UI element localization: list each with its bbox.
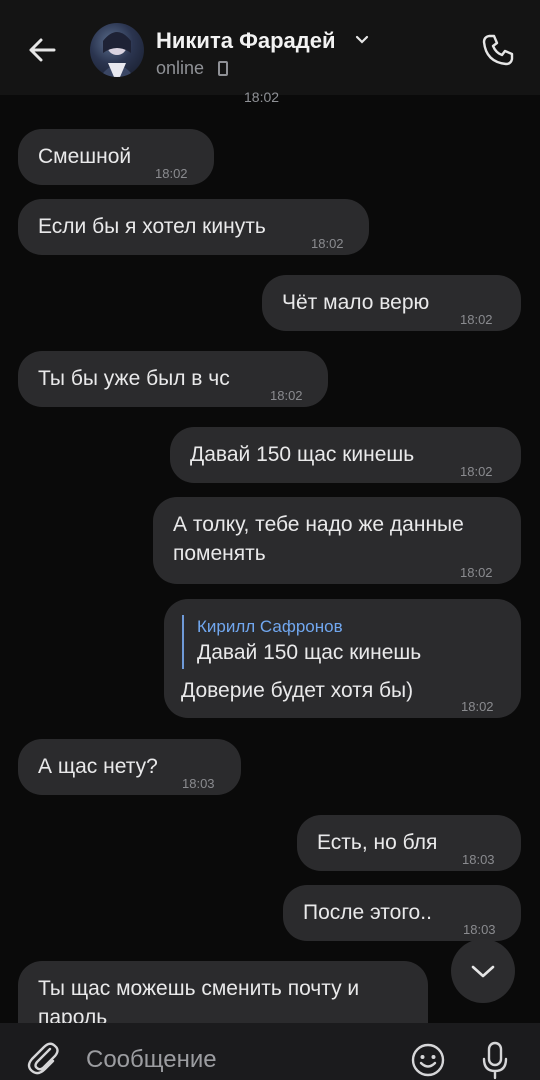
avatar[interactable] xyxy=(90,23,144,77)
message-text: Чёт мало верю xyxy=(282,291,430,314)
microphone-icon[interactable] xyxy=(480,1040,510,1080)
message-text: Давай 150 щас кинешь xyxy=(190,443,415,466)
incoming-message[interactable]: А щас нету? 18:03 xyxy=(18,739,241,795)
chat-header: Никита Фарадей online xyxy=(0,0,540,95)
outgoing-message[interactable]: А толку, тебе надо же данные поменять 18… xyxy=(153,497,521,584)
mobile-device-icon xyxy=(218,61,228,76)
message-text: Доверие будет хотя бы) xyxy=(181,679,414,702)
outgoing-message[interactable]: Есть, но бля 18:03 xyxy=(297,815,521,871)
contact-name[interactable]: Никита Фарадей xyxy=(156,28,335,54)
incoming-message[interactable]: Если бы я хотел кинуть 18:02 xyxy=(18,199,369,255)
incoming-message[interactable]: Смешной 18:02 xyxy=(18,129,214,185)
message-time: 18:02 xyxy=(460,565,493,580)
message-text-line: поменять xyxy=(173,542,266,565)
message-time: 18:02 xyxy=(460,464,493,479)
phone-icon[interactable] xyxy=(480,32,516,68)
message-input[interactable]: Сообщение xyxy=(86,1046,217,1074)
outgoing-message[interactable]: Давай 150 щас кинешь 18:02 xyxy=(170,427,521,483)
reply-quoted-text[interactable]: Давай 150 щас кинешь xyxy=(197,639,421,667)
message-time: 18:03 xyxy=(182,776,215,791)
message-composer xyxy=(0,1023,540,1080)
message-text: Ты бы уже был в чс xyxy=(38,367,230,390)
paperclip-icon[interactable] xyxy=(26,1040,60,1076)
outgoing-message[interactable]: После этого.. 18:03 xyxy=(283,885,521,941)
arrow-left-icon[interactable] xyxy=(22,30,62,70)
message-time: 18:03 xyxy=(462,852,495,867)
message-text: Есть, но бля xyxy=(317,831,438,854)
smile-icon[interactable] xyxy=(410,1042,446,1078)
online-status: online xyxy=(156,58,205,78)
incoming-message[interactable]: Ты бы уже был в чс 18:02 xyxy=(18,351,328,407)
message-text: Если бы я хотел кинуть xyxy=(38,215,266,238)
reply-accent-bar xyxy=(182,615,184,669)
message-time: 18:02 xyxy=(244,89,280,105)
message-time: 18:02 xyxy=(311,236,344,251)
message-time: 18:02 xyxy=(155,166,188,181)
reply-author[interactable]: Кирилл Сафронов xyxy=(197,613,343,641)
outgoing-reply-message[interactable]: Кирилл Сафронов Давай 150 щас кинешь Дов… xyxy=(164,599,521,718)
chevron-down-icon[interactable] xyxy=(354,34,370,46)
message-text-line: А толку, тебе надо же данные xyxy=(173,513,464,536)
message-text: А щас нету? xyxy=(38,755,158,778)
message-time: 18:02 xyxy=(270,388,303,403)
message-text: Смешной xyxy=(38,145,132,168)
outgoing-message[interactable]: Чёт мало верю 18:02 xyxy=(262,275,521,331)
message-time: 18:02 xyxy=(460,312,493,327)
message-text: После этого.. xyxy=(303,901,432,924)
chevron-down-icon xyxy=(471,965,495,978)
message-time: 18:02 xyxy=(461,699,494,714)
scroll-to-bottom-button[interactable] xyxy=(451,939,515,1003)
message-text-line: Ты щас можешь сменить почту и xyxy=(38,977,360,1000)
